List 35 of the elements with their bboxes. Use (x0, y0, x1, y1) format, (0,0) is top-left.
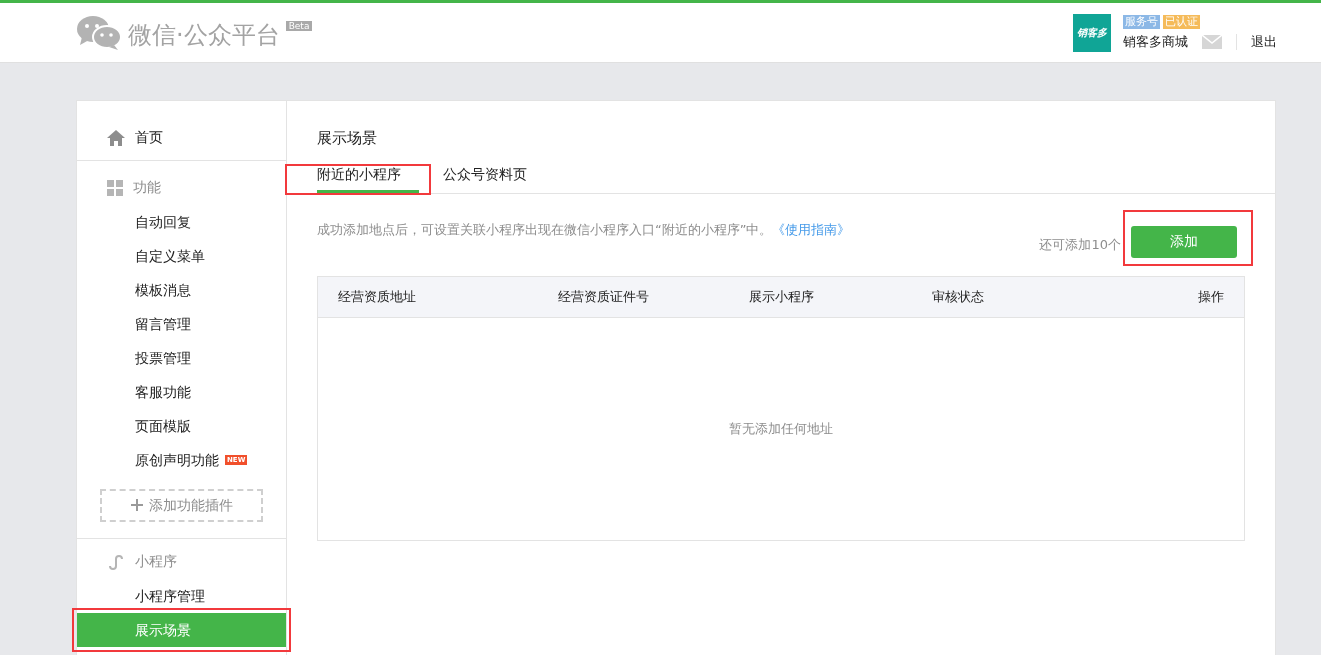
empty-message: 暂无添加任何地址 (729, 420, 833, 438)
sidebar-section-title: 功能 (133, 179, 161, 197)
sidebar-item[interactable]: 小程序管理 (77, 579, 286, 613)
sidebar-item[interactable]: 投票管理 (77, 341, 286, 375)
sidebar-item[interactable]: 客服功能 (77, 375, 286, 409)
logout-link[interactable]: 退出 (1251, 32, 1277, 51)
column-header: 操作 (1197, 288, 1224, 306)
account-tag: 已认证 (1163, 14, 1200, 29)
hint-text: 成功添加地点后，可设置关联小程序出现在微信小程序入口“附近的小程序”中。《使用指南》 (317, 221, 851, 239)
sidebar-item[interactable]: 模板消息 (77, 273, 286, 307)
chat-bubbles-icon (76, 14, 122, 51)
column-header: 展示小程序 (747, 288, 815, 306)
plus-icon (130, 498, 143, 511)
sidebar-section-title: 小程序 (135, 553, 177, 571)
sidebar-item[interactable]: 自定义菜单 (77, 239, 286, 273)
tab[interactable]: 附近的小程序 (317, 166, 419, 193)
beta-badge: Beta (285, 20, 313, 31)
sidebar-item[interactable]: 留言管理 (77, 307, 286, 341)
link-icon (107, 553, 125, 571)
grid-icon (107, 180, 123, 196)
tab[interactable]: 公众号资料页 (443, 166, 543, 193)
column-header: 经营资质证件号 (557, 288, 651, 306)
column-header: 经营资质地址 (338, 288, 417, 306)
home-icon (107, 129, 125, 146)
sidebar-item[interactable]: 首页 (135, 128, 163, 147)
account-name[interactable]: 销客多商城 (1123, 32, 1188, 51)
mail-icon[interactable] (1202, 34, 1222, 49)
remaining-count: 还可添加10个 (1039, 236, 1121, 254)
add-plugin-button[interactable]: 添加功能插件 (100, 489, 263, 522)
column-header: 审核状态 (931, 288, 986, 306)
page-title: 展示场景 (317, 129, 378, 148)
sidebar-item[interactable]: 页面模版 (77, 409, 286, 443)
account-tag: 服务号 (1123, 14, 1160, 29)
platform-logo-text: 微信·公众平台 (128, 19, 280, 51)
sidebar-item[interactable]: 自动回复 (77, 205, 286, 239)
